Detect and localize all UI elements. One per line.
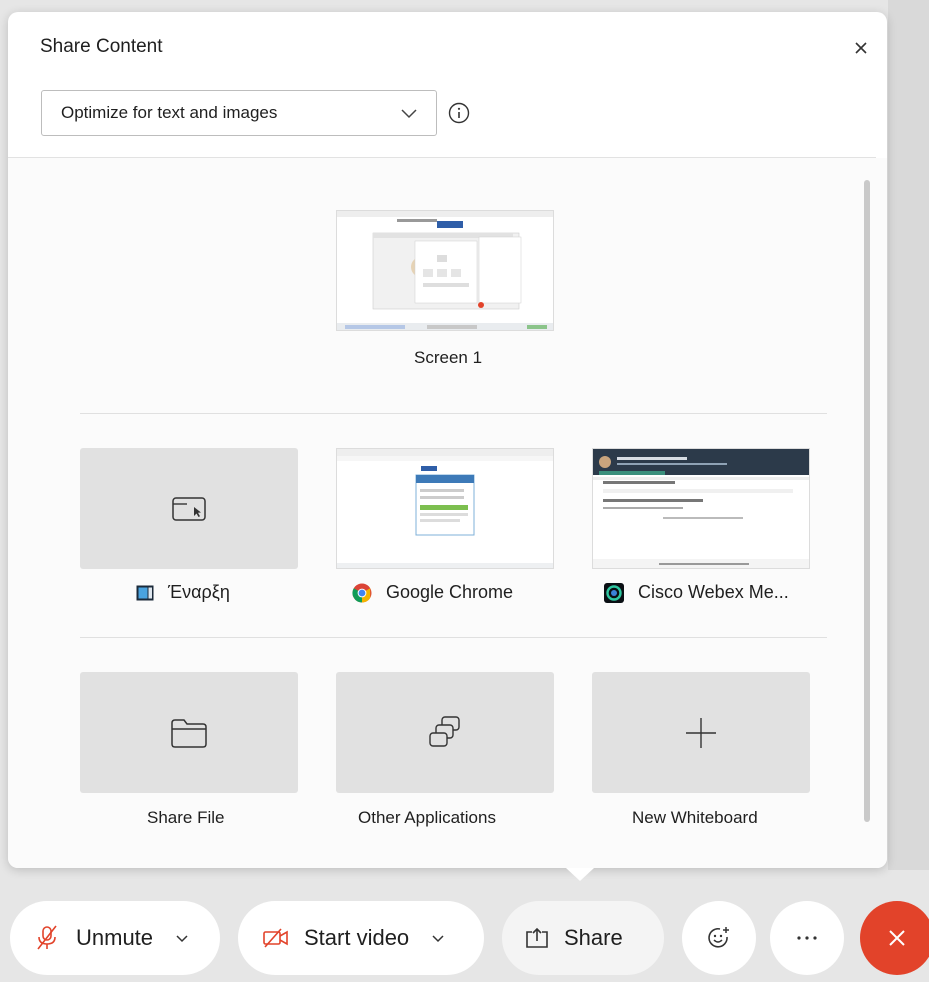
unmute-button[interactable]: Unmute — [10, 901, 220, 975]
app-tile-chrome-preview — [336, 448, 554, 569]
optimize-dropdown[interactable]: Optimize for text and images — [41, 90, 437, 136]
app-label-webex: Cisco Webex Me... — [604, 582, 789, 603]
muted-mic-icon — [37, 925, 57, 950]
screen-1-label: Screen 1 — [414, 348, 483, 367]
share-button[interactable]: Share — [502, 901, 664, 975]
more-options-button[interactable] — [770, 901, 844, 975]
chevron-down-icon — [401, 109, 417, 119]
app-tile-start-preview — [80, 448, 298, 569]
screen-1-tile[interactable]: Screen 1 — [336, 210, 556, 380]
close-button[interactable] — [849, 36, 873, 60]
background-strip — [888, 0, 929, 870]
other-applications-button[interactable]: Other Applications — [336, 672, 566, 832]
app-tile-chrome[interactable]: Google Chrome — [336, 448, 566, 608]
scrollbar-thumb[interactable] — [864, 180, 870, 822]
app-label-start: Έναρξη — [136, 582, 230, 603]
new-whiteboard-label: New Whiteboard — [632, 808, 758, 827]
section-divider — [80, 637, 827, 638]
section-divider — [80, 413, 827, 414]
share-content-dialog: Share Content Optimize for text and imag… — [8, 12, 887, 868]
share-label: Share — [564, 925, 623, 950]
new-whiteboard-button[interactable]: New Whiteboard — [592, 672, 822, 832]
chrome-icon — [352, 583, 372, 602]
chevron-down-icon[interactable] — [431, 933, 445, 943]
unmute-label: Unmute — [76, 925, 154, 950]
app-tile-start[interactable]: Έναρξη — [80, 448, 310, 608]
dialog-title: Share Content — [40, 36, 163, 57]
new-whiteboard-tile — [592, 672, 810, 793]
share-file-tile — [80, 672, 298, 793]
other-applications-tile — [336, 672, 554, 793]
info-icon[interactable] — [448, 102, 470, 124]
app-name: Google Chrome — [386, 582, 514, 602]
chevron-down-icon[interactable] — [175, 933, 189, 943]
optimize-value: Optimize for text and images — [61, 103, 278, 122]
share-upload-icon — [526, 927, 548, 948]
leave-meeting-button[interactable] — [860, 901, 929, 975]
screen-1-thumbnail — [336, 210, 554, 331]
stacked-windows-icon — [429, 715, 460, 747]
other-applications-label: Other Applications — [358, 808, 496, 827]
share-file-label: Share File — [147, 808, 225, 827]
app-name: Cisco Webex Me... — [638, 582, 789, 602]
reactions-button[interactable] — [682, 901, 756, 975]
app-tile-webex[interactable]: Cisco Webex Me... — [592, 448, 827, 608]
start-app-icon — [136, 585, 154, 600]
meeting-toolbar: Unmute Start video Share — [0, 880, 929, 982]
app-tile-webex-preview — [592, 448, 810, 569]
window-cursor-icon — [172, 496, 206, 521]
meeting-window: Share Content Optimize for text and imag… — [0, 0, 929, 982]
more-icon — [797, 936, 817, 940]
close-icon — [855, 42, 867, 54]
share-file-button[interactable]: Share File — [80, 672, 310, 832]
close-icon — [889, 930, 905, 946]
start-video-button[interactable]: Start video — [238, 901, 484, 975]
start-video-label: Start video — [304, 925, 410, 950]
webex-icon — [604, 582, 624, 603]
smiley-plus-icon — [708, 927, 729, 948]
folder-icon — [171, 718, 207, 748]
app-label-chrome: Google Chrome — [352, 582, 513, 603]
app-name: Έναρξη — [168, 582, 230, 602]
video-off-icon — [263, 928, 288, 948]
plus-icon — [686, 717, 716, 748]
share-options-list: Screen 1 Έναρξη Google Chrome Cisco Webe… — [8, 158, 887, 868]
